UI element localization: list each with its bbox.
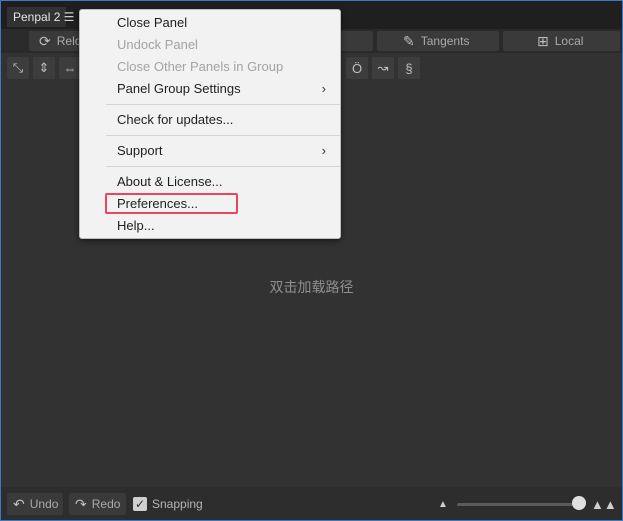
- zoom-out-icon[interactable]: ▲: [438, 499, 448, 510]
- align-horizontal-icon[interactable]: ⇔: [59, 57, 81, 79]
- curve-icon[interactable]: ↝: [372, 57, 394, 79]
- menu-separator: [106, 135, 340, 136]
- undo-label: Undo: [29, 497, 59, 511]
- align-vertical-icon[interactable]: ⇕: [33, 57, 55, 79]
- tab-tangents-label: Tangents: [420, 34, 470, 48]
- menu-separator: [106, 104, 340, 105]
- panel-tab[interactable]: Penpal 2: [7, 7, 67, 27]
- undo-icon: ↶: [13, 495, 25, 512]
- pen-icon: ✎: [403, 32, 415, 49]
- zoom-in-icon[interactable]: ▲▲: [591, 497, 617, 512]
- tab-local[interactable]: ⊞ Local: [503, 31, 620, 51]
- bottom-bar: ↶ Undo ↷ Redo ✓ Snapping ▲ ▲▲: [1, 487, 622, 520]
- menu-item-undock-panel: Undock Panel: [117, 37, 198, 52]
- zoom-slider-thumb[interactable]: [571, 496, 586, 510]
- snapping-label: Snapping: [152, 497, 203, 511]
- loop-icon[interactable]: Ö: [346, 57, 368, 79]
- path-icon[interactable]: §: [398, 57, 420, 79]
- menu-item-panel-group-settings[interactable]: Panel Group Settings: [117, 79, 241, 99]
- tab-tangents[interactable]: ✎ Tangents: [377, 31, 499, 51]
- submenu-arrow-icon: ›: [321, 81, 326, 96]
- canvas-hint: 双击加载路径: [269, 279, 354, 295]
- redo-button[interactable]: ↷ Redo: [69, 493, 126, 515]
- menu-item-check-updates[interactable]: Check for updates...: [117, 110, 233, 130]
- submenu-arrow-icon: ›: [321, 143, 326, 158]
- snapping-checkbox[interactable]: ✓: [133, 497, 147, 511]
- tab-local-label: Local: [554, 34, 584, 48]
- zoom-slider-track[interactable]: [457, 503, 581, 506]
- redo-label: Redo: [91, 497, 121, 511]
- preferences-highlight-box: [105, 193, 238, 214]
- panel-title: Penpal 2: [13, 10, 61, 24]
- grid-icon: ⊞: [537, 32, 549, 49]
- menu-separator: [106, 166, 340, 167]
- redo-icon: ↷: [75, 495, 87, 512]
- menu-item-close-panel[interactable]: Close Panel: [117, 13, 187, 33]
- reload-icon: ⟳: [39, 32, 51, 49]
- menu-item-help[interactable]: Help...: [117, 216, 155, 236]
- menu-item-close-other-panels: Close Other Panels in Group: [117, 59, 284, 74]
- undo-button[interactable]: ↶ Undo: [7, 493, 63, 515]
- hamburger-icon[interactable]: ☰: [61, 9, 77, 25]
- menu-item-about-license[interactable]: About & License...: [117, 172, 223, 192]
- menu-item-support[interactable]: Support: [117, 141, 163, 161]
- tab-reload-label: Relo: [56, 34, 82, 48]
- collapse-icon[interactable]: ⤡: [7, 57, 29, 79]
